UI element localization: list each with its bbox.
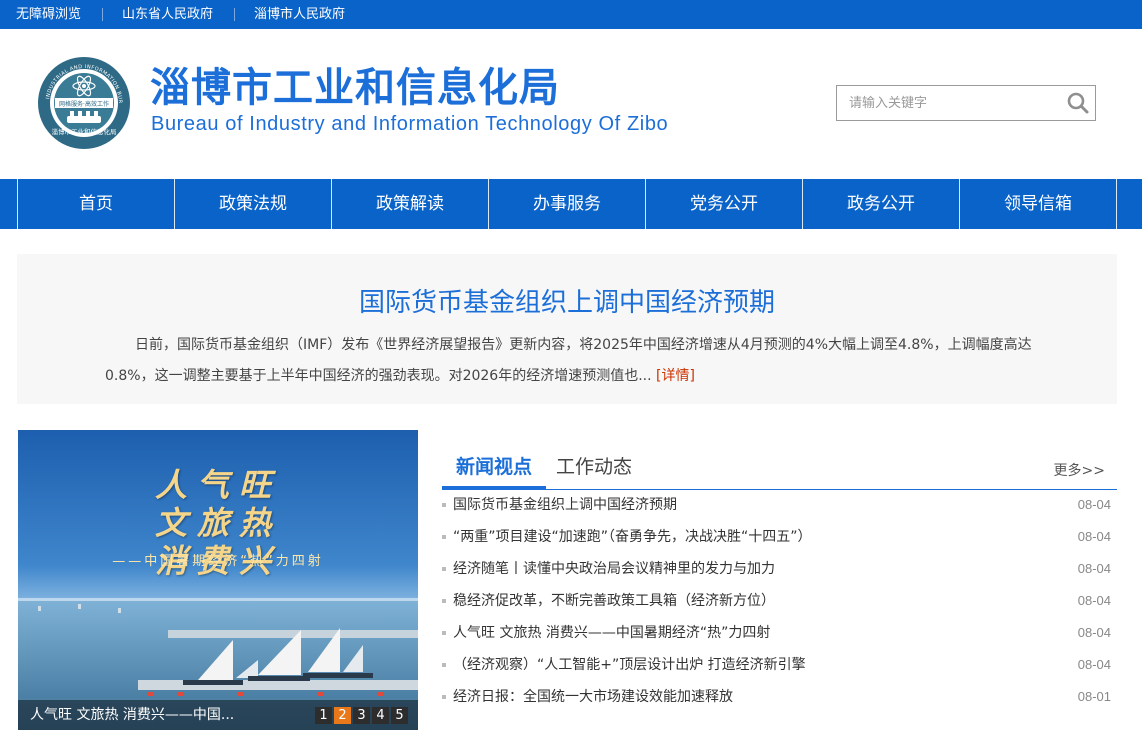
slide-page-3[interactable]: 3	[353, 707, 370, 724]
logo-bottom-text: 淄博市工业和信息化局	[52, 127, 117, 136]
tab-work-updates[interactable]: 工作动态	[556, 448, 632, 489]
tab-news-viewpoints[interactable]: 新闻视点	[442, 448, 546, 489]
nav-divider	[1116, 179, 1117, 229]
headline-body-text: 日前，国际货币基金组织（IMF）发布《世界经济展望报告》更新内容，将2025年中…	[105, 337, 1032, 384]
news-tabs: 新闻视点 工作动态 更多>>	[442, 448, 1117, 490]
list-item: 经济日报：全国统一大市场建设效能加速释放 08-01	[442, 681, 1117, 713]
main-nav: 首页 政策法规 政策解读 办事服务 党务公开 政务公开 领导信箱	[0, 179, 1142, 229]
news-title-link[interactable]: 经济日报：全国统一大市场建设效能加速释放	[453, 681, 733, 713]
slide-caption: 人气旺 文旅热 消费兴——中国... 1 2 3 4 5	[18, 700, 418, 730]
news-slideshow[interactable]: 人气旺 文旅热 消费兴 ——中国暑期经济“热”力四射 人气旺 文旅热 消费兴——…	[18, 430, 418, 730]
news-date: 08-04	[1077, 529, 1111, 544]
news-date: 08-04	[1077, 625, 1111, 640]
nav-item-party-affairs[interactable]: 党务公开	[646, 179, 802, 229]
news-list: 国际货币基金组织上调中国经济预期 08-04 “两重”项目建设“加速跑”（奋勇争…	[442, 489, 1117, 713]
shandong-gov-link[interactable]: 山东省人民政府	[122, 0, 213, 29]
nav-item-policies[interactable]: 政策法规	[175, 179, 331, 229]
news-date: 08-04	[1077, 593, 1111, 608]
list-item: （经济观察）“人工智能+”顶层设计出炉 打造经济新引擎 08-04	[442, 649, 1117, 681]
headline-detail-link[interactable]: [详情]	[656, 368, 695, 384]
zibo-gov-link[interactable]: 淄博市人民政府	[254, 0, 345, 29]
news-date: 08-04	[1077, 657, 1111, 672]
bullet-icon	[442, 663, 446, 667]
bullet-icon	[442, 503, 446, 507]
news-date: 08-04	[1077, 561, 1111, 576]
list-item: 国际货币基金组织上调中国经济预期 08-04	[442, 489, 1117, 521]
news-title-link[interactable]: 经济随笔丨读懂中央政治局会议精神里的发力与加力	[453, 553, 775, 585]
nav-item-home[interactable]: 首页	[18, 179, 174, 229]
slide-art-line: 人气旺	[154, 466, 281, 504]
list-item: 人气旺 文旅热 消费兴——中国暑期经济“热”力四射 08-04	[442, 617, 1117, 649]
headline-feature: 国际货币基金组织上调中国经济预期 日前，国际货币基金组织（IMF）发布《世界经济…	[17, 254, 1117, 404]
top-utility-bar: 无障碍浏览 山东省人民政府 淄博市人民政府	[0, 0, 1142, 29]
headline-title[interactable]: 国际货币基金组织上调中国经济预期	[17, 282, 1117, 319]
search-icon	[1067, 92, 1089, 114]
bullet-icon	[442, 599, 446, 603]
news-title-link[interactable]: “两重”项目建设“加速跑”（奋勇争先，决战决胜“十四五”）	[453, 521, 812, 553]
slide-page-4[interactable]: 4	[372, 707, 389, 724]
accessibility-link[interactable]: 无障碍浏览	[16, 0, 81, 29]
more-news-link[interactable]: 更多>>	[1054, 460, 1105, 480]
slide-art-subtitle: ——中国暑期经济“热”力四射	[112, 554, 324, 569]
nav-item-policy-interpretation[interactable]: 政策解读	[332, 179, 488, 229]
nav-item-government-affairs[interactable]: 政务公开	[803, 179, 959, 229]
news-title-link[interactable]: 人气旺 文旅热 消费兴——中国暑期经济“热”力四射	[453, 617, 770, 649]
bureau-emblem-icon: 网格服务·高效工作 淄博市工业和信息化局 ZIBO INDUSTRIAL AND…	[35, 52, 130, 149]
search-input[interactable]	[837, 86, 1057, 120]
news-title-link[interactable]: 国际货币基金组织上调中国经济预期	[453, 489, 677, 521]
search-button[interactable]	[1065, 90, 1091, 116]
slide-page-1[interactable]: 1	[315, 707, 332, 724]
news-date: 08-01	[1077, 689, 1111, 704]
bullet-icon	[442, 631, 446, 635]
list-item: 经济随笔丨读懂中央政治局会议精神里的发力与加力 08-04	[442, 553, 1117, 585]
bullet-icon	[442, 695, 446, 699]
slide-art-line: 文旅热	[154, 504, 281, 542]
slide-page-5[interactable]: 5	[391, 707, 408, 724]
topbar-divider	[234, 8, 235, 21]
list-item: “两重”项目建设“加速跑”（奋勇争先，决战决胜“十四五”） 08-04	[442, 521, 1117, 553]
news-date: 08-04	[1077, 497, 1111, 512]
nav-item-services[interactable]: 办事服务	[489, 179, 645, 229]
list-item: 稳经济促改革，不断完善政策工具箱（经济新方位） 08-04	[442, 585, 1117, 617]
nav-item-leader-mailbox[interactable]: 领导信箱	[960, 179, 1116, 229]
headline-summary: 日前，国际货币基金组织（IMF）发布《世界经济展望报告》更新内容，将2025年中…	[105, 330, 1035, 392]
site-title-en: Bureau of Industry and Information Techn…	[151, 113, 669, 135]
slide-caption-text[interactable]: 人气旺 文旅热 消费兴——中国...	[30, 700, 234, 730]
site-title-cn[interactable]: 淄博市工业和信息化局	[150, 60, 560, 116]
bureau-logo[interactable]: 网格服务·高效工作 淄博市工业和信息化局 ZIBO INDUSTRIAL AND…	[35, 52, 131, 150]
bullet-icon	[442, 567, 446, 571]
news-title-link[interactable]: （经济观察）“人工智能+”顶层设计出炉 打造经济新引擎	[453, 649, 806, 681]
slide-page-2[interactable]: 2	[334, 707, 351, 724]
bullet-icon	[442, 535, 446, 539]
topbar-divider	[102, 8, 103, 21]
logo-inner-text: 网格服务·高效工作	[59, 100, 109, 108]
search-box	[836, 85, 1096, 121]
news-title-link[interactable]: 稳经济促改革，不断完善政策工具箱（经济新方位）	[453, 585, 775, 617]
